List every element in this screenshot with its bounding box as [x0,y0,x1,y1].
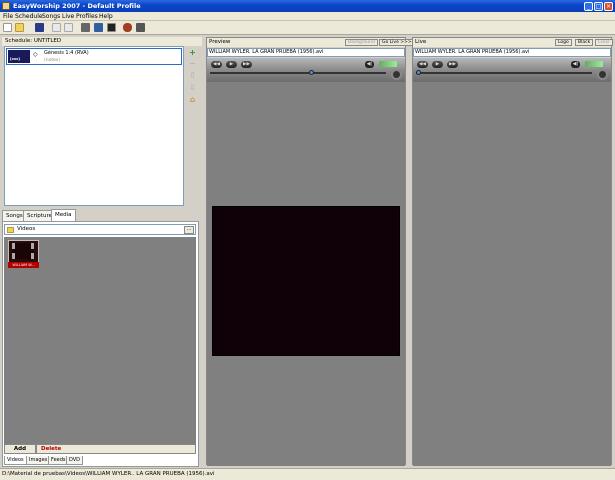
rewind-button[interactable]: ◀◀ [211,61,222,68]
print-icon[interactable] [81,23,90,32]
schedule-item-subtitle: (notes) [44,58,60,63]
seek-bar[interactable] [416,72,592,74]
background-button[interactable]: Background [345,39,378,46]
maximize-button[interactable]: □ [594,2,603,11]
remove-item-icon[interactable]: − [188,60,197,68]
move-up-icon[interactable]: ⇧ [188,72,197,80]
tab-videos[interactable]: Videos [4,456,27,465]
toolbar [0,21,615,35]
go-live-button[interactable]: Go Live >>> [379,39,415,46]
menu-songs[interactable]: Songs [42,13,60,20]
folder-icon[interactable]: ⌂ [188,96,197,104]
menu-bar: File Schedule Songs Live Profiles Help [0,12,615,21]
play-button[interactable]: ▶ [432,61,443,68]
rewind-button[interactable]: ◀◀ [417,61,428,68]
speaker-icon[interactable]: ◀) [365,61,374,68]
monitor-icon[interactable] [107,23,116,32]
forward-button[interactable]: ▶▶ [241,61,252,68]
speaker-icon[interactable]: ◀) [571,61,580,68]
tab-images[interactable]: Images [26,456,51,465]
folder-icon [7,227,14,233]
seek-bar[interactable] [210,72,386,74]
jog-dial[interactable] [597,69,608,80]
scripture-icon: ◇ [33,51,38,58]
schedule-list[interactable]: [xxx] ◇ Génesis 1:4 (RVA) (notes) [4,46,184,206]
folder-label: Videos [17,226,36,232]
play-button[interactable]: ▶ [226,61,237,68]
settings-icon[interactable] [94,23,103,32]
live-file-name: WILLIAM WYLER. LA GRAN PRUEBA (1956).avi [413,48,611,57]
preview-video[interactable] [212,206,400,356]
volume-slider[interactable] [585,61,603,67]
title-bar: EasyWorship 2007 - Default Profile _ □ × [0,0,615,12]
app-icon[interactable] [2,2,10,10]
folder-selector[interactable]: Videos ... [4,224,196,235]
copy-icon[interactable] [64,23,73,32]
move-down-icon[interactable]: ⇩ [188,84,197,92]
close-button[interactable]: × [604,2,613,11]
browse-folder-button[interactable]: ... [184,226,194,234]
schedule-header: Schedule: UNTITLED [2,37,202,46]
black-button[interactable]: Black [575,39,594,46]
sound-icon[interactable] [136,23,145,32]
logo-button[interactable]: Logo [555,39,572,46]
forward-button[interactable]: ▶▶ [447,61,458,68]
open-icon[interactable] [15,23,24,32]
film-icon [12,243,34,259]
live-stage [413,82,611,466]
save-icon[interactable] [35,23,44,32]
menu-schedule[interactable]: Schedule [15,13,43,20]
media-grid[interactable] [4,237,196,444]
live-player-controls: ◀◀ ▶ ▶▶ ◀) [413,58,611,82]
thumbnail-label: [xxx] [10,57,20,61]
window-title: EasyWorship 2007 - Default Profile [13,2,141,10]
media-item-label: WILLIAM W... [8,262,39,268]
live-pane: Live Logo Black Clear WILLIAM WYLER. LA … [412,37,613,466]
jog-dial[interactable] [391,69,402,80]
clear-button[interactable]: Clear [595,39,613,46]
tab-media[interactable]: Media [51,209,76,221]
slide-thumbnail: [xxx] [8,50,30,63]
user-icon[interactable] [123,23,132,32]
seek-knob[interactable] [309,70,314,75]
delete-button[interactable]: Delete [36,444,196,454]
preview-player-controls: ◀◀ ▶ ▶▶ ◀) [207,58,405,82]
new-icon[interactable] [3,23,12,32]
add-button[interactable]: Add [4,444,36,454]
menu-live[interactable]: Live [62,13,74,20]
seek-knob[interactable] [416,70,421,75]
menu-profiles[interactable]: Profiles [76,13,98,20]
schedule-item-title: Génesis 1:4 (RVA) [44,50,89,56]
add-item-icon[interactable]: + [188,49,197,57]
status-bar: D:\Material de pruebas\Videos\WILLIAM WY… [0,468,615,480]
menu-help[interactable]: Help [99,13,113,20]
volume-slider[interactable] [379,61,397,67]
menu-file[interactable]: File [3,13,13,20]
cut-icon[interactable] [52,23,61,32]
preview-file-name: WILLIAM WYLER. LA GRAN PRUEBA (1956).avi [207,48,405,57]
minimize-button[interactable]: _ [584,2,593,11]
schedule-item[interactable]: [xxx] ◇ Génesis 1:4 (RVA) (notes) [6,48,182,65]
tab-dvd[interactable]: DVD [66,456,84,465]
